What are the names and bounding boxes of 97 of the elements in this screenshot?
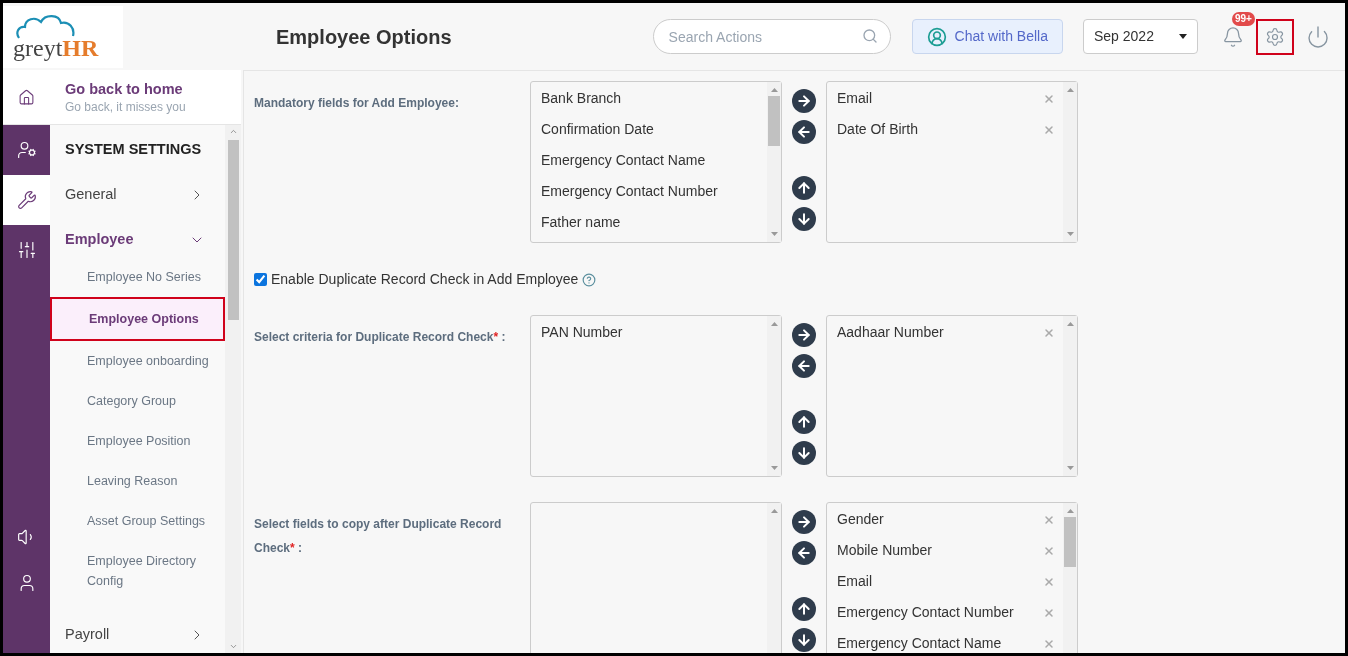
remove-icon[interactable] xyxy=(1043,92,1055,105)
arrow-right-icon xyxy=(796,514,812,530)
move-up-button[interactable] xyxy=(792,176,816,200)
menu-group[interactable]: Employee xyxy=(50,229,225,251)
list-box[interactable]: PAN Number xyxy=(530,315,782,477)
list-item[interactable]: Emergency Contact Name xyxy=(541,150,706,171)
move-up-button[interactable] xyxy=(792,597,816,621)
remove-icon[interactable] xyxy=(1043,637,1055,650)
search-field[interactable]: Search Actions xyxy=(652,19,891,54)
list-box[interactable]: Aadhaar Number xyxy=(826,315,1078,477)
scroll-thumb[interactable] xyxy=(1064,517,1076,567)
move-right-button[interactable] xyxy=(792,89,816,113)
arrow-up-icon xyxy=(796,414,812,430)
month-select[interactable]: Sep 2022 xyxy=(1083,19,1198,54)
power-icon[interactable] xyxy=(1306,24,1330,49)
move-left-button[interactable] xyxy=(792,120,816,144)
list-item[interactable]: Gender xyxy=(837,509,884,530)
scroll-thumb[interactable] xyxy=(768,96,780,146)
menu-item[interactable]: Leaving Reason xyxy=(50,461,225,501)
logo: greytHR xyxy=(3,5,123,68)
list-item[interactable]: Aadhaar Number xyxy=(837,322,944,343)
list-item[interactable]: Emergency Contact Number xyxy=(541,181,718,202)
field-label: Select fields to copy after Duplicate Record Check* : xyxy=(254,517,502,555)
scroll-down-icon[interactable] xyxy=(1066,232,1074,236)
remove-icon[interactable] xyxy=(1043,544,1055,557)
remove-icon[interactable] xyxy=(1043,513,1055,526)
move-right-button[interactable] xyxy=(792,323,816,347)
menu-item[interactable]: Category Group xyxy=(50,381,225,421)
menu-item[interactable]: Employee Options xyxy=(50,297,225,341)
move-right-button[interactable] xyxy=(792,510,816,534)
list-item[interactable]: Bank Branch xyxy=(541,88,622,109)
home-icon[interactable] xyxy=(18,88,35,106)
scroll-down-icon[interactable] xyxy=(770,232,778,236)
list-box[interactable]: Gender Mobile Number Email Emergency Contact Number Emergency Contact Name xyxy=(826,502,1078,653)
menu-group[interactable]: Payroll xyxy=(50,624,225,646)
remove-icon[interactable] xyxy=(1043,326,1055,339)
list-item[interactable]: Email xyxy=(837,88,872,109)
move-left-button[interactable] xyxy=(792,541,816,565)
field-label: Mandatory fields for Add Employee: xyxy=(254,96,459,110)
settings-button[interactable] xyxy=(1256,18,1294,55)
page-title: Employee Options xyxy=(276,24,452,50)
menu-item[interactable]: Asset Group Settings xyxy=(50,501,225,541)
sliders-icon xyxy=(16,240,37,260)
scroll-thumb[interactable] xyxy=(227,140,239,320)
move-up-button[interactable] xyxy=(792,410,816,434)
scroll-down-icon[interactable] xyxy=(770,466,778,470)
arrow-down-icon xyxy=(796,632,812,648)
remove-icon[interactable] xyxy=(1043,123,1055,136)
scroll-up-icon[interactable] xyxy=(1066,88,1074,92)
remove-icon[interactable] xyxy=(1043,606,1055,619)
move-down-button[interactable] xyxy=(792,628,816,652)
sidebar-heading: SYSTEM SETTINGS xyxy=(64,140,203,159)
list-item[interactable]: Date Of Birth xyxy=(837,119,918,140)
scroll-up-icon[interactable] xyxy=(228,127,238,136)
list-item[interactable]: Emergency Contact Name xyxy=(837,633,1002,653)
scroll-down-icon[interactable] xyxy=(1066,466,1074,470)
move-down-button[interactable] xyxy=(792,441,816,465)
wrench-icon xyxy=(16,190,37,210)
list-box[interactable]: Bank Branch Confirmation Date Emergency Contact Name Emergency Contact Number Father name xyxy=(530,81,782,243)
list-item[interactable]: Confirmation Date xyxy=(541,119,654,140)
scroll-up-icon[interactable] xyxy=(1066,509,1074,513)
arrow-up-icon xyxy=(796,180,812,196)
menu-item[interactable]: Employee Position xyxy=(50,421,225,461)
list-item[interactable]: PAN Number xyxy=(541,322,623,343)
avatar-icon xyxy=(926,26,947,47)
scroll-up-icon[interactable] xyxy=(770,322,778,326)
duplicate-check-checkbox[interactable] xyxy=(254,273,267,286)
arrow-down-icon xyxy=(796,445,812,461)
list-item[interactable]: Mobile Number xyxy=(837,540,932,561)
help-icon[interactable] xyxy=(582,272,597,287)
list-item[interactable]: Email xyxy=(837,571,872,592)
home-link[interactable]: Go back to home xyxy=(65,79,186,99)
scroll-up-icon[interactable] xyxy=(770,88,778,92)
move-left-button[interactable] xyxy=(792,354,816,378)
menu-group[interactable]: General xyxy=(50,184,225,206)
remove-icon[interactable] xyxy=(1043,575,1055,588)
menu-item[interactable]: Employee Directory Config xyxy=(50,541,225,601)
field-label: Select criteria for Duplicate Record Check* : xyxy=(254,330,506,344)
list-box[interactable]: Email Date Of Birth xyxy=(826,81,1078,243)
scroll-up-icon[interactable] xyxy=(1066,322,1074,326)
move-down-button[interactable] xyxy=(792,207,816,231)
arrow-down-icon xyxy=(796,211,812,227)
menu-item[interactable]: Employee onboarding xyxy=(50,341,225,381)
menu-item[interactable]: Employee No Series xyxy=(50,257,225,297)
notification-bell-icon[interactable] xyxy=(1222,25,1244,48)
list-item[interactable]: Father name xyxy=(541,212,621,233)
notification-badge: 99+ xyxy=(1232,11,1255,26)
settings-icon xyxy=(1265,26,1285,47)
chat-button[interactable]: Chat with Bella xyxy=(911,19,1063,54)
user-gear-icon xyxy=(16,140,37,160)
scroll-up-icon[interactable] xyxy=(770,509,778,513)
search-icon xyxy=(861,28,878,44)
home-subtitle: Go back, it misses you xyxy=(65,99,186,115)
list-item[interactable]: Emergency Contact Number xyxy=(837,602,1014,623)
scroll-down-icon[interactable] xyxy=(228,642,238,651)
checkbox-label: Enable Duplicate Record Check in Add Employee xyxy=(271,270,579,289)
caret-icon xyxy=(1179,34,1187,39)
